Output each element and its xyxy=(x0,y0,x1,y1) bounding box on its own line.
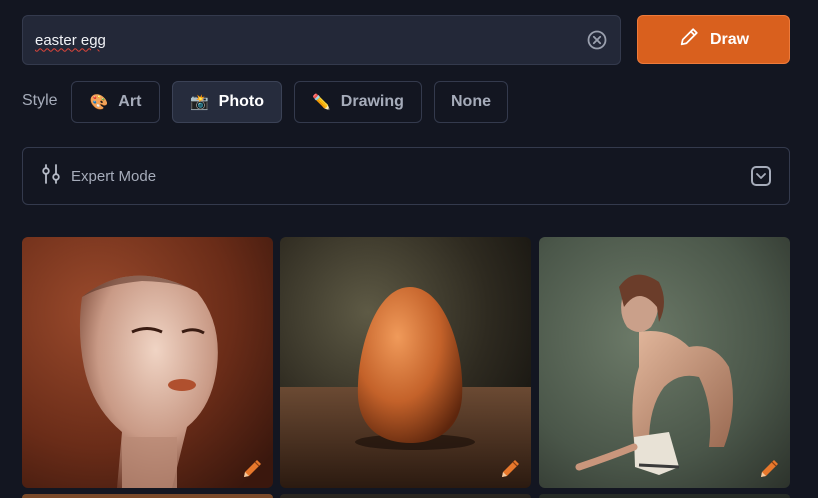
prompt-input[interactable]: easter egg xyxy=(22,15,621,65)
style-option-photo[interactable]: 📸 Photo xyxy=(172,81,282,123)
palette-icon: 🎨 xyxy=(89,93,109,111)
edit-pencil-icon[interactable] xyxy=(499,456,523,480)
prompt-text[interactable]: easter egg xyxy=(35,32,586,49)
style-option-label: Art xyxy=(118,93,142,110)
pencil-icon xyxy=(678,26,700,53)
style-label: Style xyxy=(22,92,58,109)
app: easter egg Draw Style 🎨 Art 📸 Photo ✏️ D… xyxy=(0,0,818,498)
gallery-image-portrait[interactable] xyxy=(22,237,273,488)
style-option-drawing[interactable]: ✏️ Drawing xyxy=(294,81,422,123)
pencil-icon: ✏️ xyxy=(312,93,331,111)
edit-pencil-icon[interactable] xyxy=(758,456,782,480)
style-option-label: Photo xyxy=(218,93,264,110)
clear-icon[interactable] xyxy=(586,29,608,51)
camera-icon: 📸 xyxy=(189,93,209,111)
style-option-art[interactable]: 🎨 Art xyxy=(71,81,160,123)
expert-mode-toggle[interactable]: Expert Mode xyxy=(22,147,790,205)
gallery-next-row xyxy=(539,494,790,498)
gallery-next-row xyxy=(22,494,273,498)
sliders-icon xyxy=(41,163,61,190)
expert-mode-label: Expert Mode xyxy=(71,167,157,185)
edit-pencil-icon[interactable] xyxy=(241,456,265,480)
style-option-label: None xyxy=(451,93,491,110)
chevron-down-icon[interactable] xyxy=(751,166,771,186)
draw-button[interactable]: Draw xyxy=(637,15,790,64)
prompt-value: easter egg xyxy=(35,31,106,49)
portrait-image xyxy=(22,237,273,488)
style-option-label: Drawing xyxy=(340,93,404,110)
style-option-none[interactable]: None xyxy=(434,81,508,123)
gallery-image-figure[interactable] xyxy=(539,237,790,488)
gallery-next-row xyxy=(280,494,531,498)
egg-image xyxy=(280,237,531,488)
draw-button-label: Draw xyxy=(709,30,750,48)
gallery-image-egg[interactable] xyxy=(280,237,531,488)
figure-image xyxy=(539,237,790,488)
